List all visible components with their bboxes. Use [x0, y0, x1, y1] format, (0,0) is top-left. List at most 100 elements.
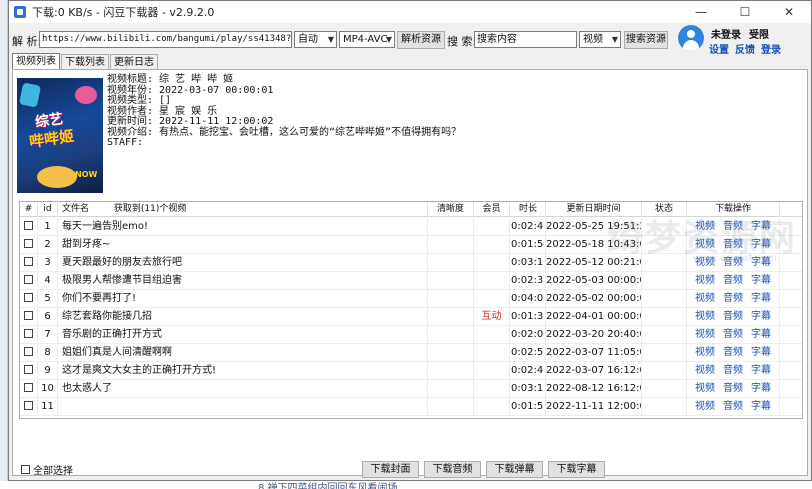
header-state[interactable]: 状态	[642, 202, 687, 217]
download-video-link[interactable]: 视频	[695, 257, 715, 268]
download-audio-link[interactable]: 音频	[723, 311, 743, 322]
row-checkbox[interactable]	[20, 398, 38, 416]
download-audio-link[interactable]: 音频	[723, 275, 743, 286]
search-button[interactable]: 搜索资源	[624, 31, 668, 49]
table-row[interactable]: 8 姐姐们真是人间清醒啊啊 0:02:5 2022-03-07 11:05:00 视频音…	[20, 344, 802, 362]
row-checkbox[interactable]	[20, 380, 38, 398]
header-name-label: 文件名	[62, 204, 90, 214]
header-member[interactable]: 会员	[474, 202, 510, 217]
header-date[interactable]: 更新日期时间	[546, 202, 642, 217]
row-clarity	[428, 362, 474, 380]
download-subtitle-link[interactable]: 字幕	[751, 383, 771, 394]
table-row[interactable]: 7 音乐剧的正确打开方式 0:02:0 2022-03-20 20:40:00 视频 音频…	[20, 326, 802, 344]
table-row[interactable]: 1 每天一遍告别emo! 0:02:4 2022-05-25 19:51:29 视频 音频…	[20, 218, 802, 236]
download-subtitle-link[interactable]: 字幕	[751, 221, 771, 232]
download-subtitle-button[interactable]: 下载字幕	[548, 461, 605, 478]
tab-video-list[interactable]: 视频列表	[12, 53, 60, 70]
search-input[interactable]: 搜索内容	[474, 31, 577, 48]
header-name[interactable]: 文件名 获取到(11)个视频	[58, 202, 428, 217]
user-avatar-icon[interactable]	[678, 25, 704, 51]
download-subtitle-link[interactable]: 字幕	[751, 293, 771, 304]
row-date: 2022-05-02 00:00:00	[546, 290, 642, 308]
login-link[interactable]: 登录	[761, 41, 781, 56]
download-subtitle-link[interactable]: 字幕	[751, 401, 771, 412]
parse-button[interactable]: 解析资源	[397, 31, 445, 49]
download-subtitle-link[interactable]: 字幕	[751, 347, 771, 358]
row-date: 2022-11-11 12:00:02	[546, 398, 642, 416]
download-audio-link[interactable]: 音频	[723, 257, 743, 268]
download-audio-link[interactable]: 音频	[723, 347, 743, 358]
download-audio-link[interactable]: 音频	[723, 383, 743, 394]
table-row[interactable]: 5 你们不要再打了! 0:04:0 2022-05-02 00:00:00 视频 音频 字幕	[20, 290, 802, 308]
download-video-link[interactable]: 视频	[695, 221, 715, 232]
download-subtitle-link[interactable]: 字幕	[751, 275, 771, 286]
row-filler	[780, 362, 802, 380]
table-row[interactable]: 11 0:01:5 2022-11-11 12:00:02 视频 音频 字幕	[20, 398, 802, 416]
table-row[interactable]: 3 夏天跟最好的朋友去旅行吧 0:03:1 2022-05-12 00:21:00 视频…	[20, 254, 802, 272]
row-checkbox[interactable]	[20, 362, 38, 380]
header-id[interactable]: id	[38, 202, 58, 217]
download-audio-link[interactable]: 音频	[723, 365, 743, 376]
download-video-link[interactable]: 视频	[695, 311, 715, 322]
row-state	[642, 254, 687, 272]
download-danmaku-button[interactable]: 下载弹幕	[486, 461, 543, 478]
download-subtitle-link[interactable]: 字幕	[751, 257, 771, 268]
download-subtitle-link[interactable]: 字幕	[751, 311, 771, 322]
download-video-link[interactable]: 视频	[695, 401, 715, 412]
download-audio-button[interactable]: 下载音频	[424, 461, 481, 478]
tab-download-list[interactable]: 下载列表	[61, 54, 109, 70]
download-video-link[interactable]: 视频	[695, 275, 715, 286]
settings-link[interactable]: 设置	[709, 41, 729, 56]
row-ops: 视频 音频 字幕	[687, 218, 780, 236]
search-type-select[interactable]: 视频 ▼	[579, 31, 621, 48]
download-audio-link[interactable]: 音频	[723, 401, 743, 412]
header-ops[interactable]: 下载操作	[687, 202, 780, 217]
table-row[interactable]: 10 也太惑人了 0:03:1 2022-08-12 16:12:00 视频 音频 字幕	[20, 380, 802, 398]
row-filler	[780, 254, 802, 272]
table-row[interactable]: 6 综艺套路你能接几招 互动 0:01:3 2022-04-01 00:00:00 视频音…	[20, 308, 802, 326]
download-cover-button[interactable]: 下载封面	[362, 461, 419, 478]
quality-select[interactable]: 自动 ▼	[294, 31, 337, 48]
row-checkbox[interactable]	[20, 254, 38, 272]
url-input[interactable]: https://www.bilibili.com/bangumi/play/ss…	[39, 31, 292, 48]
feedback-link[interactable]: 反馈	[735, 41, 755, 56]
row-date: 2022-04-01 00:00:00	[546, 308, 642, 326]
tab-changelog[interactable]: 更新日志	[110, 54, 158, 70]
download-subtitle-link[interactable]: 字幕	[751, 239, 771, 250]
row-checkbox[interactable]	[20, 236, 38, 254]
download-audio-link[interactable]: 音频	[723, 329, 743, 340]
download-video-link[interactable]: 视频	[695, 293, 715, 304]
download-video-link[interactable]: 视频	[695, 347, 715, 358]
header-clarity[interactable]: 清晰度	[428, 202, 474, 217]
row-member	[474, 218, 510, 236]
row-checkbox[interactable]	[20, 344, 38, 362]
select-all-checkbox[interactable]: 全部选择	[21, 462, 73, 477]
minimize-button[interactable]: —	[679, 1, 723, 23]
header-duration[interactable]: 时长	[510, 202, 546, 217]
download-subtitle-link[interactable]: 字幕	[751, 365, 771, 376]
row-checkbox[interactable]	[20, 290, 38, 308]
maximize-button[interactable]: ☐	[723, 1, 767, 23]
download-audio-link[interactable]: 音频	[723, 293, 743, 304]
download-audio-link[interactable]: 音频	[723, 239, 743, 250]
download-video-link[interactable]: 视频	[695, 239, 715, 250]
row-checkbox[interactable]	[20, 218, 38, 236]
download-subtitle-link[interactable]: 字幕	[751, 329, 771, 340]
row-checkbox[interactable]	[20, 308, 38, 326]
row-ops: 视频 音频 字幕	[687, 272, 780, 290]
table-row[interactable]: 2 甜到牙疼~ 0:01:5 2022-05-18 10:43:00 视频 音频 字幕	[20, 236, 802, 254]
header-check[interactable]: #	[20, 202, 38, 217]
download-video-link[interactable]: 视频	[695, 383, 715, 394]
table-row[interactable]: 9 这才是爽文大女主的正确打开方式! 0:02:4 2022-03-07 16:12:…	[20, 362, 802, 380]
row-date: 2022-05-25 19:51:29	[546, 218, 642, 236]
close-button[interactable]: ✕	[767, 1, 811, 23]
row-checkbox[interactable]	[20, 272, 38, 290]
download-audio-link[interactable]: 音频	[723, 221, 743, 232]
format-select[interactable]: MP4-AVC ▼	[339, 31, 395, 48]
row-checkbox[interactable]	[20, 326, 38, 344]
table-row[interactable]: 4 极限男人帮惨遭节目组迫害 0:02:3 2022-05-03 00:00:00 视频…	[20, 272, 802, 290]
download-video-link[interactable]: 视频	[695, 365, 715, 376]
row-ops: 视频 音频 字幕	[687, 236, 780, 254]
download-video-link[interactable]: 视频	[695, 329, 715, 340]
row-ops: 视频 音频 字幕	[687, 308, 780, 326]
